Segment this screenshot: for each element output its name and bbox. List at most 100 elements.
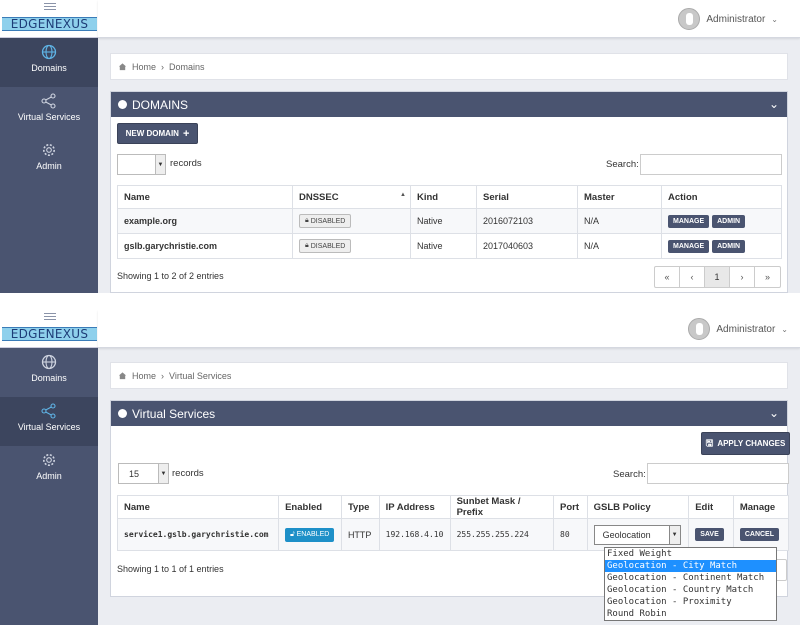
col-name[interactable]: Name [117,185,293,209]
records-label: records [172,468,204,479]
sidebar-item-admin[interactable]: Admin [0,446,98,495]
save-icon: 🖫︎ [705,437,714,448]
serial: 2016072103 [476,208,578,234]
user-menu[interactable]: Administrator ⌄ [688,317,788,341]
dnssec-badge[interactable]: 🔒︎ DISABLED [299,214,352,228]
cancel-button[interactable]: CANCEL [739,528,779,541]
col-master[interactable]: Master [577,185,662,209]
col-kind[interactable]: Kind [410,185,477,209]
new-domain-button[interactable]: NEW DOMAIN + [117,123,198,144]
sidebar-item-domains[interactable]: Domains [0,348,98,397]
sidebar-item-label: Domains [31,63,67,73]
search-input[interactable] [640,154,782,175]
col-enabled[interactable]: Enabled [278,495,342,519]
dnssec-label: DISABLED [310,242,346,250]
enabled-cell: 🔓︎ ENABLED [278,518,342,551]
policy-option-highlighted[interactable]: Geolocation - City Match [605,560,776,572]
sidebar-item-virtual-services[interactable]: Virtual Services [0,397,98,446]
first-page-button[interactable]: « [655,267,680,287]
records-select[interactable]: 15 ▼ [118,463,169,484]
dnssec-badge[interactable]: 🔒︎ DISABLED [299,239,352,253]
edit-cell: SAVE [688,518,734,551]
col-action: Action [661,185,782,209]
last-page-button[interactable]: » [755,267,780,287]
page-1-button[interactable]: 1 [705,267,730,287]
globe-icon [118,100,127,109]
sidebar-item-virtual-services[interactable]: Virtual Services [0,87,98,136]
gslb-policy-select[interactable]: Geolocation ▼ [593,524,681,545]
policy-option[interactable]: Geolocation - Country Match [605,584,776,596]
sidebar-item-admin[interactable]: Admin [0,136,98,185]
sidebar-item-label: Domains [31,373,67,383]
policy-option[interactable]: Round Robin [605,608,776,620]
breadcrumb-home[interactable]: Home [132,62,156,72]
pagination: « ‹ 1 › » [654,266,781,288]
breadcrumb-home[interactable]: Home [132,371,156,381]
policy-option[interactable]: Geolocation - Continent Match [605,572,776,584]
kind: Native [410,233,477,259]
domains-table: Name DNSSEC ▲ Kind Serial Master Action e… [117,185,782,259]
domain-name: example.org [117,208,293,234]
sidebar-item-domains[interactable]: Domains [0,38,98,87]
manage-cell: CANCEL [732,518,790,551]
action-cell: MANAGE ADMIN [661,233,782,259]
collapse-chevron-icon[interactable]: ⌄ [769,97,779,111]
subnet-mask: 255.255.255.224 [449,518,555,551]
chevron-down-icon: ▼ [155,155,165,174]
col-gslb-policy[interactable]: GSLB Policy [586,495,690,519]
manage-button[interactable]: MANAGE [668,214,710,228]
lock-icon: 🔒︎ [305,242,309,249]
topbar: Administrator ⌄ [98,310,800,348]
col-port[interactable]: Port [553,495,588,519]
apply-changes-button[interactable]: 🖫︎ APPLY CHANGES [701,432,790,455]
sidebar: EDGENEXUS Domains Virtual Services Admin [0,0,98,293]
col-manage: Manage [732,495,790,519]
globe-icon [118,409,127,418]
policy-option[interactable]: Fixed Weight [605,548,776,560]
entries-info: Showing 1 to 1 of 1 entries [117,564,224,574]
col-serial[interactable]: Serial [476,185,578,209]
home-icon [118,372,127,380]
col-dnssec[interactable]: DNSSEC ▲ [292,185,411,209]
save-button[interactable]: SAVE [695,528,724,541]
chevron-down-icon: ▼ [668,525,680,544]
policy-option[interactable]: Geolocation - Proximity [605,596,776,608]
user-menu[interactable]: Administrator ⌄ [678,7,778,31]
breadcrumb-current: Domains [169,61,205,72]
breadcrumb-current: Virtual Services [169,370,232,381]
table-header-row: Name DNSSEC ▲ Kind Serial Master Action [117,185,782,209]
sidebar-item-label: Admin [36,471,62,481]
new-domain-label: NEW DOMAIN [125,129,179,138]
col-type[interactable]: Type [340,495,380,519]
admin-button[interactable]: ADMIN [712,239,746,253]
chevron-down-icon: ⌄ [781,324,788,334]
user-name: Administrator [716,323,776,335]
manage-button[interactable]: MANAGE [668,239,710,253]
table-row: service1.gslb.garychristie.com 🔓︎ ENABLED… [116,518,790,551]
collapse-chevron-icon[interactable]: ⌄ [769,406,779,420]
type: HTTP [340,518,380,551]
records-label: records [170,158,202,169]
prev-page-button[interactable]: ‹ [680,267,705,287]
col-ip-address[interactable]: IP Address [378,495,451,519]
admin-button[interactable]: ADMIN [712,214,746,228]
dnssec-cell: 🔒︎ DISABLED [292,233,411,259]
col-name[interactable]: Name [116,495,280,519]
breadcrumb: Home › Virtual Services [110,362,788,389]
enabled-badge[interactable]: 🔓︎ ENABLED [285,527,335,542]
kind: Native [410,208,477,234]
chevron-down-icon: ⌄ [771,14,778,24]
hamburger-icon[interactable] [44,313,56,322]
next-page-button[interactable]: › [730,267,755,287]
col-subnet-mask[interactable]: Sunbet Mask / Prefix [449,495,555,519]
topbar: Administrator ⌄ [98,0,800,38]
action-cell: MANAGE ADMIN [661,208,782,234]
records-select[interactable]: ▼ [117,154,166,175]
search-input[interactable] [647,463,789,484]
sidebar-item-label: Virtual Services [17,112,81,122]
domain-name: gslb.garychristie.com [117,233,293,259]
breadcrumb-separator: › [161,370,165,381]
share-icon [41,403,57,419]
hamburger-icon[interactable] [44,3,56,12]
entries-info: Showing 1 to 2 of 2 entries [117,271,224,281]
